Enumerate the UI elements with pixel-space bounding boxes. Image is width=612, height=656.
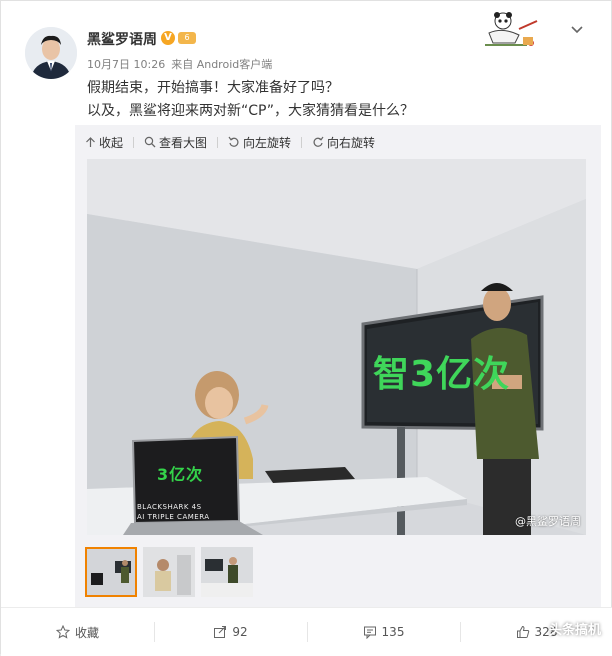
thumbnail[interactable] — [201, 547, 253, 597]
comment-icon — [363, 626, 376, 639]
gallery-toolbar: 收起 查看大图 向左旋转 向右旋转 — [85, 133, 385, 151]
rotate-right-icon — [313, 136, 324, 147]
laptop-brand-line: BLACKSHARK 4S — [137, 503, 202, 511]
share-icon — [214, 626, 227, 638]
toolbar-divider — [301, 136, 303, 148]
rotate-right-button[interactable]: 向右旋转 — [312, 134, 375, 151]
thumb-up-icon — [516, 625, 529, 638]
repost-button[interactable]: 92 — [154, 608, 307, 656]
arrow-up-icon — [86, 136, 95, 147]
magnifier-icon — [144, 136, 156, 148]
comment-button[interactable]: 135 — [307, 608, 460, 656]
author-name[interactable]: 黑鲨罗语周 — [87, 29, 157, 49]
verified-badge-icon: V — [161, 31, 175, 45]
rotate-right-label: 向右旋转 — [327, 135, 376, 150]
laptop-brand-sub: AI TRIPLE CAMERA — [137, 513, 210, 521]
corner-watermark: 头条搞机 — [548, 623, 601, 638]
toolbar-divider — [217, 136, 219, 148]
laptop-brand: BLACKSHARK 4S AI TRIPLE CAMERA — [137, 502, 210, 522]
repost-count: 92 — [232, 625, 248, 639]
view-large-label: 查看大图 — [159, 135, 208, 150]
rotate-left-icon — [228, 136, 239, 147]
rotate-left-button[interactable]: 向左旋转 — [228, 134, 291, 151]
post-meta: 10月7日 10:26 来自 Android客户端 — [87, 56, 278, 72]
tv-screen-text: 智3亿次 — [373, 354, 511, 395]
chevron-down-icon[interactable] — [569, 21, 585, 37]
level-badge: 6 — [178, 32, 196, 44]
rotate-left-label: 向左旋转 — [243, 135, 292, 150]
laptop-screen-text: 3亿次 — [157, 465, 204, 484]
favorite-label: 收藏 — [74, 625, 99, 640]
comment-count: 135 — [381, 625, 405, 639]
post-text-line: 假期结束，开始搞事！大家准备好了吗？ — [87, 80, 339, 96]
star-icon — [55, 625, 70, 639]
favorite-button[interactable]: 收藏 — [1, 608, 154, 656]
thumbnail[interactable] — [143, 547, 195, 597]
panda-mascot-icon — [485, 12, 538, 46]
post-text-line: 以及，黑鲨将迎来两对新“CP”，大家猜猜看是什么？ — [87, 103, 414, 119]
collapse-button[interactable]: 收起 — [85, 134, 123, 151]
post-date[interactable]: 10月7日 10:26 — [87, 58, 165, 71]
view-large-button[interactable]: 查看大图 — [144, 134, 207, 151]
collapse-label: 收起 — [99, 135, 124, 150]
toolbar-divider — [133, 136, 135, 148]
action-bar: 收藏 92 135 328 — [1, 607, 612, 656]
weibo-post-card: 黑鲨罗语周 V 6 10月7日 10:26 来自 Android客户端 假期结束，… — [0, 0, 612, 656]
post-text: 假期结束，开始搞事！大家准备好了吗？ 以及，黑鲨将迎来两对新“CP”，大家猜猜看… — [87, 77, 587, 123]
post-source: 来自 Android客户端 — [171, 58, 273, 71]
avatar[interactable] — [25, 27, 77, 79]
thumbnail-strip — [85, 547, 259, 597]
photo-watermark: @黑鲨罗语周 — [515, 515, 581, 528]
thumbnail[interactable] — [85, 547, 137, 597]
